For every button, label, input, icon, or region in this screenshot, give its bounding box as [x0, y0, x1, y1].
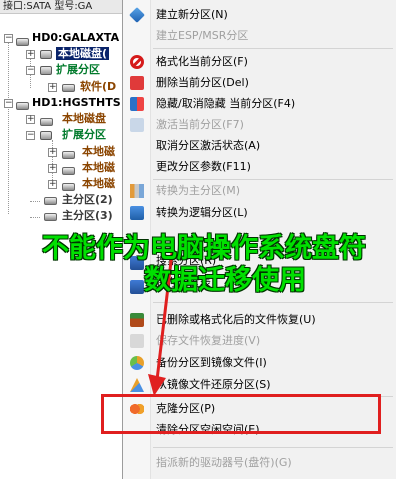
menu-item-save-progress[interactable]: 保存文件恢复进度(V) [123, 330, 396, 352]
menu-item-new-partition[interactable]: 建立新分区(N) [123, 4, 396, 26]
convert-primary-icon [130, 184, 144, 198]
activate-icon [130, 118, 144, 132]
partition-icon [40, 131, 52, 140]
format-icon [130, 55, 144, 69]
menu-item-label: 已删除或格式化后的文件恢复(U) [156, 313, 316, 326]
menu-item-hide[interactable]: 隐藏/取消隐藏 当前分区(F4) [123, 93, 396, 115]
menu-item-label: 格式化当前分区(F) [156, 55, 248, 68]
menu-item-label: 建立ESP/MSR分区 [156, 29, 249, 42]
collapse-hd0-toggle[interactable]: − [4, 34, 13, 43]
menu-item-file-recovery[interactable]: 已删除或格式化后的文件恢复(U) [123, 309, 396, 331]
menu-item-label: 建立新分区(N) [156, 8, 228, 21]
hard-disk-icon [44, 213, 57, 221]
menu-separator [153, 447, 393, 448]
menu-item-format[interactable]: 格式化当前分区(F) [123, 51, 396, 73]
menu-item-assign-drive-letter[interactable]: 指派新的驱动器号(盘符)(G) [123, 452, 396, 474]
tree-hd1-sub2[interactable]: 本地磁 [82, 160, 115, 176]
save-progress-icon [130, 334, 144, 348]
menu-item-restore-image[interactable]: 从镜像文件还原分区(S) [123, 374, 396, 396]
caption-line-2: 数据迁移使用 [144, 265, 306, 296]
partition-table-icon [130, 280, 144, 294]
expand-local-disk-toggle[interactable]: + [26, 50, 35, 59]
delete-icon [130, 76, 144, 90]
tree-hd1-local-disk[interactable]: 本地磁盘 [62, 111, 106, 127]
new-partition-icon [129, 7, 145, 23]
tree-hd1-primary3[interactable]: 主分区(3) [62, 208, 113, 224]
menu-separator [153, 302, 393, 303]
menu-item-label: 保存文件恢复进度(V) [156, 334, 261, 347]
menu-separator [153, 48, 393, 49]
tree-hd1-primary2[interactable]: 主分区(2) [62, 192, 113, 208]
hard-disk-icon [16, 102, 29, 110]
hide-icon [130, 97, 144, 111]
expand-hd1-local-toggle[interactable]: + [26, 115, 35, 124]
tree-hd0-local-disk[interactable]: 本地磁盘( [56, 46, 110, 62]
hard-disk-icon [16, 38, 29, 46]
hard-disk-icon [62, 167, 75, 175]
tree-hd1-extended[interactable]: 扩展分区 [62, 127, 106, 143]
menu-item-convert-primary[interactable]: 转换为主分区(M) [123, 180, 396, 202]
menu-item-label: 从镜像文件还原分区(S) [156, 378, 271, 391]
menu-item-label: 更改分区参数(F11) [156, 160, 251, 173]
tree-hd1-sub3[interactable]: 本地磁 [82, 176, 115, 192]
restore-icon [130, 378, 144, 392]
file-recovery-icon [130, 313, 144, 327]
menu-item-label: 转换为主分区(M) [156, 184, 241, 197]
menu-item-change-params[interactable]: 更改分区参数(F11) [123, 156, 396, 178]
menu-item-create-esp-msr[interactable]: 建立ESP/MSR分区 [123, 25, 396, 47]
expand-sub2-toggle[interactable]: + [48, 164, 57, 173]
menu-item-label: 隐藏/取消隐藏 当前分区(F4) [156, 97, 296, 110]
expand-sub1-toggle[interactable]: + [48, 148, 57, 157]
backup-icon [130, 356, 144, 370]
tree-hd1-sub1[interactable]: 本地磁 [82, 144, 115, 160]
convert-logical-icon [130, 206, 144, 220]
expand-sub3-toggle[interactable]: + [48, 180, 57, 189]
tree-hd0-software[interactable]: 软件(D [80, 79, 116, 95]
hard-disk-icon [44, 197, 57, 205]
menu-item-activate[interactable]: 激活当前分区(F7) [123, 114, 396, 136]
menu-item-label: 取消分区激活状态(A) [156, 139, 261, 152]
tree-hd0-local-disk-label: 本地磁盘( [56, 47, 110, 60]
menu-item-label: 删除当前分区(Del) [156, 76, 249, 89]
collapse-extended-toggle[interactable]: − [26, 66, 35, 75]
collapse-hd1-toggle[interactable]: − [4, 99, 13, 108]
menu-item-label: 激活当前分区(F7) [156, 118, 244, 131]
tree-hd0-extended[interactable]: 扩展分区 [56, 62, 100, 78]
hard-disk-icon [40, 118, 53, 126]
partition-icon [40, 66, 52, 75]
tree-disk-hd0[interactable]: HD0:GALAXTA [32, 30, 119, 46]
menu-item-label: 指派新的驱动器号(盘符)(G) [156, 456, 292, 469]
menu-item-label: 转换为逻辑分区(L) [156, 206, 248, 219]
clone-highlight-box [101, 394, 381, 434]
hard-disk-icon [62, 183, 75, 191]
expand-software-toggle[interactable]: + [48, 83, 57, 92]
hard-disk-icon [62, 151, 75, 159]
tree-disk-hd1[interactable]: HD1:HGSTHTS [32, 95, 121, 111]
menu-item-convert-logical[interactable]: 转换为逻辑分区(L) [123, 202, 396, 224]
menu-item-backup-image[interactable]: 备份分区到镜像文件(I) [123, 352, 396, 374]
hard-disk-icon [62, 84, 75, 92]
collapse-hd1-extended-toggle[interactable]: − [26, 131, 35, 140]
disk-info-bar: 接口:SATA 型号:GA [0, 0, 124, 14]
partition-icon [40, 50, 52, 59]
menu-item-deactivate[interactable]: 取消分区激活状态(A) [123, 135, 396, 157]
menu-item-label: 备份分区到镜像文件(I) [156, 356, 267, 369]
menu-item-delete[interactable]: 删除当前分区(Del) [123, 72, 396, 94]
